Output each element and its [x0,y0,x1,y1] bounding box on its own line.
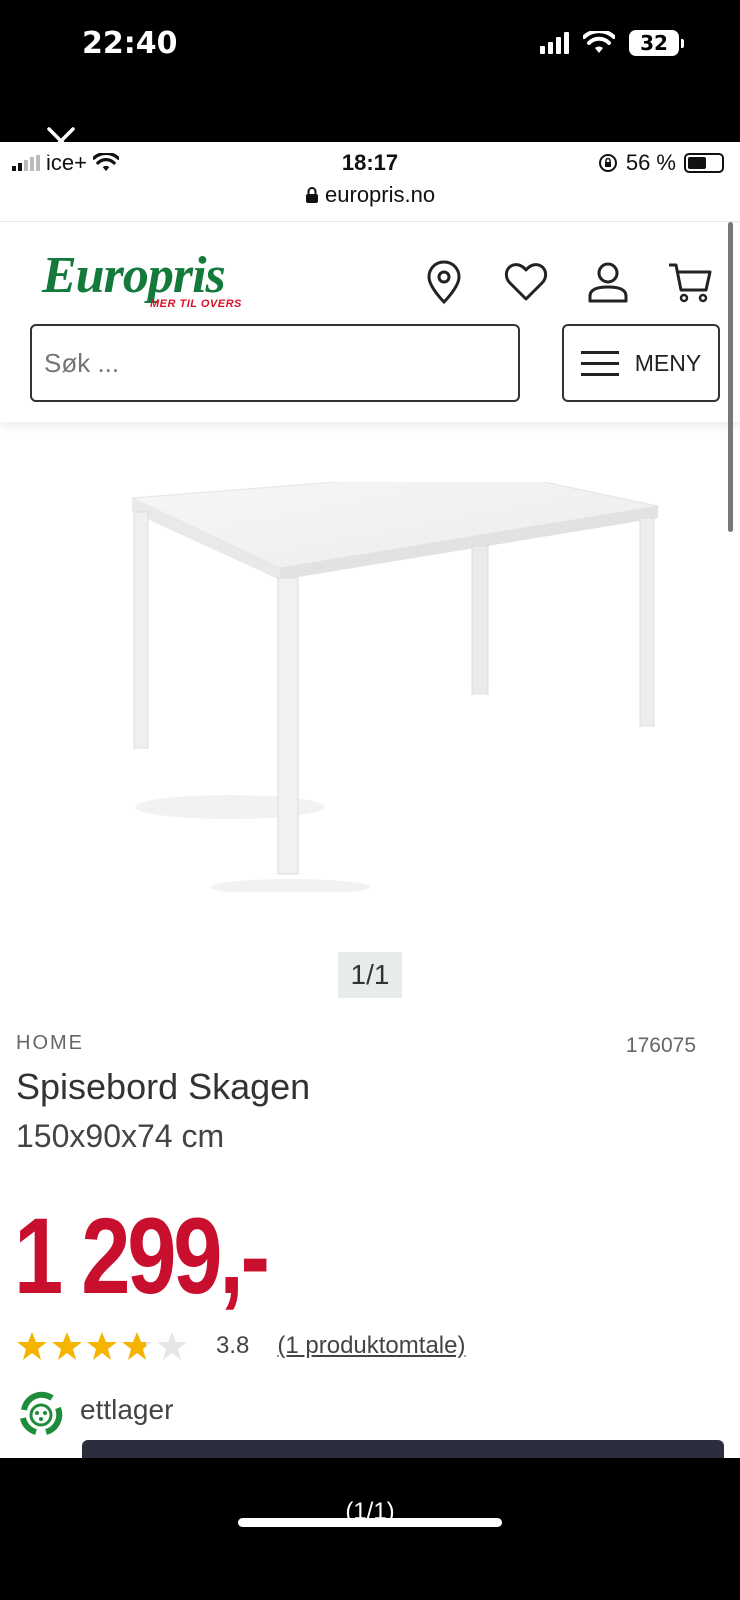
product-sku: 176075 [625,1034,696,1057]
heart-icon[interactable] [502,258,550,306]
outer-status-icons: 32 [540,30,684,56]
product-dimensions: 150x90x74 cm [16,1118,225,1154]
logo-tagline: MER TIL OVERS [150,298,242,310]
rating-value: 3.8 [216,1332,250,1359]
battery-icon: 32 [629,30,684,56]
europris-logo[interactable]: Europris MER TIL OVERS [42,247,241,311]
logo-text: Europris [42,247,226,304]
wifi-icon [583,31,615,53]
hamburger-icon [580,350,619,376]
battery-icon [684,153,724,173]
outer-status-bar: 22:40 32 [0,0,740,142]
browser-status-bar: ice+ 18:17 europris.no 56 % [0,142,740,222]
menu-label: MENY [634,349,702,376]
menu-button[interactable]: MENY [562,324,720,402]
close-icon[interactable] [44,124,78,158]
url-text: europris.no [325,182,436,207]
search-input[interactable] [30,324,520,402]
rating-row: 3.8 (1 produktomtale) [16,1330,465,1362]
recycle-icon [14,1388,68,1442]
scrollbar[interactable] [728,222,733,532]
url-bar[interactable]: europris.no [0,182,740,208]
location-icon[interactable] [420,258,468,306]
cart-icon[interactable] [666,258,714,306]
rating-stars [16,1330,188,1362]
stock-status: ettlager [80,1394,174,1425]
image-pager: 1/1 [338,952,402,998]
rotation-lock-icon [598,154,617,172]
star-icon [122,1332,152,1360]
product-price: 1 299,- [14,1195,270,1316]
browser-status-right: 56 % [598,150,724,176]
product-brand[interactable]: HOME [16,1032,84,1055]
header-icons [420,258,714,306]
reviews-link[interactable]: (1 produktomtale) [277,1332,465,1360]
screenshot-view: ice+ 18:17 europris.no 56 % Europris MER… [0,142,740,1458]
star-icon [87,1332,117,1360]
battery-percent: 56 % [625,150,676,175]
product-title: Spisebord Skagen [16,1066,311,1107]
user-icon[interactable] [584,258,632,306]
outer-clock: 22:40 [82,26,178,61]
add-to-cart-button[interactable] [82,1440,724,1458]
lock-icon [305,187,318,203]
star-icon [52,1332,82,1360]
viewer-bottom-bar: (1/1) [0,1458,740,1600]
cellular-signal-icon [540,32,569,54]
product-image[interactable] [90,482,680,892]
home-indicator[interactable] [238,1518,502,1527]
battery-level: 32 [629,30,679,56]
site-header: Europris MER TIL OVERS MENY [0,222,740,422]
star-icon [157,1332,187,1360]
star-icon [17,1332,47,1360]
